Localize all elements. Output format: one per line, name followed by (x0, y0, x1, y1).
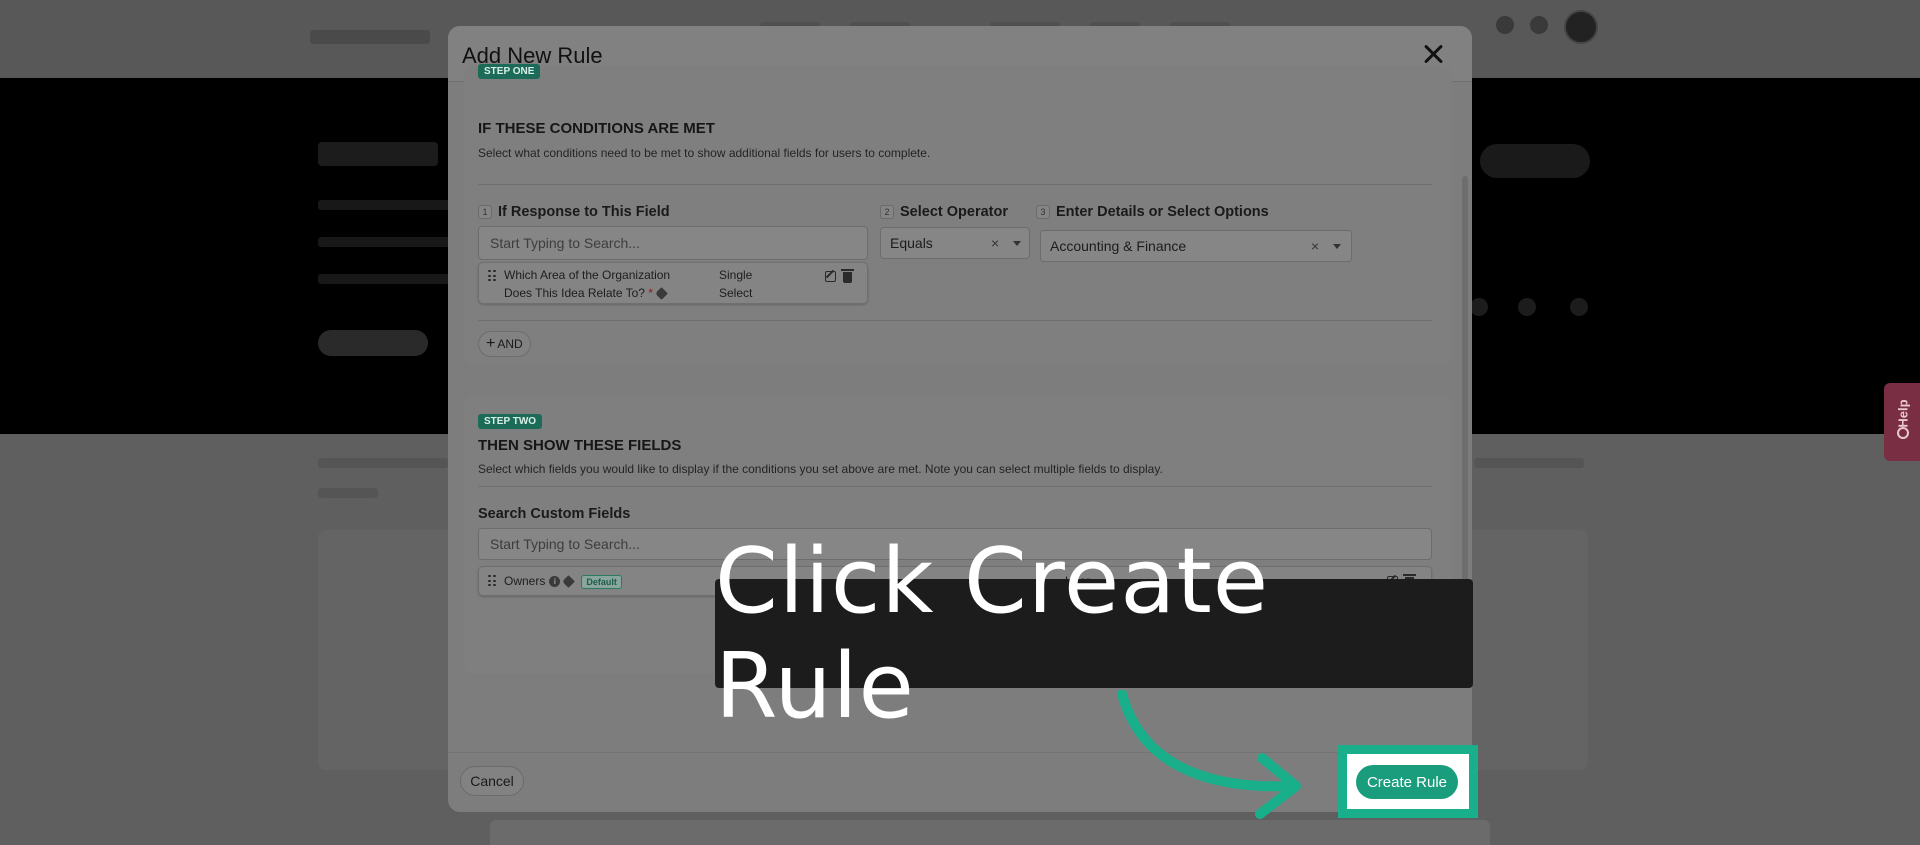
trash-icon[interactable] (841, 269, 854, 283)
details-value: Accounting & Finance (1050, 238, 1187, 254)
edit-icon[interactable] (825, 271, 836, 282)
clear-icon[interactable]: × (1311, 238, 1319, 254)
and-label: AND (497, 337, 523, 351)
step-one-heading: IF THESE CONDITIONS ARE MET (478, 120, 715, 137)
default-badge: Default (581, 574, 622, 589)
step-one-card: STEP ONE IF THESE CONDITIONS ARE MET Sel… (464, 64, 1452, 364)
help-label: Help (1895, 398, 1911, 428)
operator-select[interactable]: Equals × (880, 227, 1030, 259)
background-hero-icon (1570, 298, 1588, 316)
operator-value: Equals (890, 235, 933, 251)
details-select[interactable]: Accounting & Finance × (1040, 230, 1352, 262)
column-label-text: Select Operator (900, 204, 1008, 220)
field-type-line: Single (719, 268, 753, 282)
column-label-operator: 2 Select Operator (880, 204, 1008, 220)
info-icon: i (549, 576, 561, 588)
background-text (318, 488, 378, 498)
required-marker: * (648, 286, 653, 300)
column-label-text: Enter Details or Select Options (1056, 204, 1269, 220)
condition-field-item[interactable]: Which Area of the Organization Does This… (478, 262, 868, 304)
divider (478, 184, 1432, 185)
step-one-description: Select what conditions need to be met to… (478, 146, 931, 160)
field-name: Which Area of the Organization Does This… (504, 266, 670, 302)
step-number: 1 (478, 205, 492, 219)
divider (478, 486, 1432, 487)
selected-field-name: Owners i Default (504, 572, 622, 590)
column-label-field: 1 If Response to This Field (478, 204, 670, 220)
step-two-heading: THEN SHOW THESE FIELDS (478, 437, 682, 454)
chevron-down-icon[interactable] (1333, 244, 1341, 249)
drag-handle-icon[interactable] (488, 575, 496, 587)
help-tab[interactable]: Help (1884, 383, 1920, 461)
chevron-down-icon[interactable] (1013, 241, 1021, 246)
background-avatar (1564, 10, 1598, 44)
column-label-details: 3 Enter Details or Select Options (1036, 204, 1269, 220)
background-hero-action (1480, 144, 1590, 178)
background-logo (310, 30, 430, 44)
background-bottom-bar (490, 820, 1490, 845)
close-icon[interactable] (1419, 40, 1447, 68)
step-two-badge: STEP TWO (478, 414, 543, 429)
column-label-text: If Response to This Field (498, 204, 670, 220)
step-number: 2 (880, 205, 894, 219)
field-type-line: Select (719, 286, 753, 300)
field-search-input[interactable]: Start Typing to Search... (478, 226, 868, 260)
background-hero-text (318, 237, 458, 247)
search-label-text: Search Custom Fields (478, 506, 631, 522)
smile-icon (1897, 426, 1909, 439)
step-two-description: Select which fields you would like to di… (478, 462, 1163, 476)
background-hero-icon (1470, 298, 1488, 316)
step-one-badge: STEP ONE (478, 64, 541, 79)
field-type: Single Select (719, 266, 752, 302)
tutorial-arrow-icon (1117, 690, 1301, 819)
background-text (318, 458, 448, 468)
create-rule-button[interactable]: Create Rule (1356, 765, 1458, 799)
field-name-text: Does This Idea Relate To? (504, 286, 645, 300)
search-custom-fields-label: Search Custom Fields (478, 506, 630, 522)
cancel-button[interactable]: Cancel (460, 766, 524, 796)
field-name-line-2: Does This Idea Relate To? * (504, 284, 670, 302)
background-hero-title (318, 142, 438, 166)
field-name-line: Which Area of the Organization (504, 268, 671, 282)
tag-icon (562, 575, 576, 589)
background-hero-button (318, 330, 428, 356)
tag-icon (655, 287, 668, 301)
step-number: 3 (1036, 205, 1050, 219)
background-text (1474, 458, 1584, 468)
background-pencil-icon (1496, 16, 1514, 34)
background-hero-text (318, 274, 458, 284)
add-and-button[interactable]: + AND (478, 331, 531, 357)
field-name-text: Owners (504, 574, 546, 588)
tutorial-callout: Click Create Rule (715, 529, 1473, 739)
background-hero-text (318, 200, 458, 210)
plus-icon: + (486, 335, 496, 352)
clear-icon[interactable]: × (991, 235, 999, 251)
drag-handle-icon[interactable] (488, 270, 496, 282)
background-hero-icon (1518, 298, 1536, 316)
background-bell-icon (1530, 16, 1548, 34)
divider (478, 320, 1432, 321)
